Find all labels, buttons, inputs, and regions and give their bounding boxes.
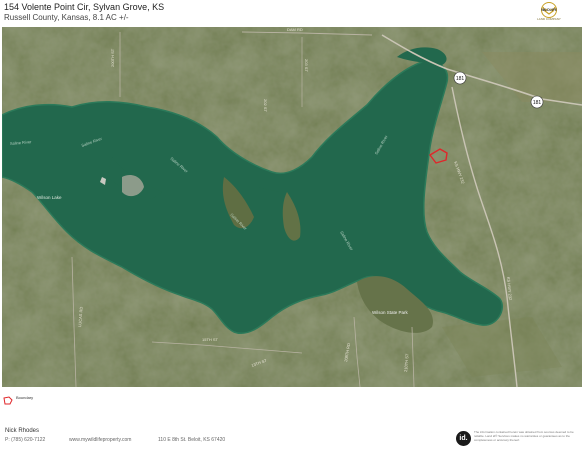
highway-181-shield: 181	[453, 71, 467, 85]
road-label: 15TH ST	[202, 337, 219, 342]
road-label: DAM RD	[287, 27, 303, 32]
agent-website-link[interactable]: www.mywildlifeproperty.com	[69, 437, 131, 443]
park-label: Wilson State Park	[372, 310, 409, 315]
land-id-badge: id.	[456, 431, 471, 446]
logo-wordmark: WILDLIFE	[541, 8, 557, 12]
deer-antler-logo-icon: WILDLIFE	[541, 2, 558, 18]
road-label: 202 ST	[263, 99, 268, 112]
shield-181-label: 181	[456, 76, 465, 82]
parcel-boundary-icon	[3, 396, 13, 405]
map-footer: Nick Rhodes P: (785) 620-7122 www.mywild…	[0, 425, 583, 450]
property-title: 154 Volente Point Cir, Sylvan Grove, KS	[4, 2, 165, 12]
map-header: 154 Volente Point Cir, Sylvan Grove, KS …	[0, 0, 583, 26]
logo-tagline: LAND COMPANY	[537, 17, 561, 21]
road-label: 203 ST	[304, 59, 309, 72]
agent-name: Nick Rhodes	[5, 428, 40, 434]
shield-181-label: 181	[533, 100, 542, 106]
satellite-map[interactable]: 181 181 Saline River Saline River Saline…	[2, 27, 582, 387]
map-legend: Boundary	[3, 393, 33, 405]
road-label: 200TH ST	[110, 48, 115, 67]
agent-address: 110 E 8th St. Beloit, KS 67420	[158, 437, 226, 443]
lake-label: Wilson Lake	[37, 195, 62, 200]
legend-label: Boundary	[16, 395, 34, 400]
agent-phone[interactable]: P: (785) 620-7122	[5, 437, 45, 443]
property-subtitle: Russell County, Kansas, 8.1 AC +/-	[4, 13, 129, 22]
disclaimer-text: The information contained herein was obt…	[474, 430, 574, 442]
wildlife-land-logo: WILDLIFE LAND COMPANY	[531, 2, 567, 24]
highway-181-shield: 181	[530, 95, 544, 109]
map-canvas[interactable]: 181 181 Saline River Saline River Saline…	[2, 27, 582, 387]
